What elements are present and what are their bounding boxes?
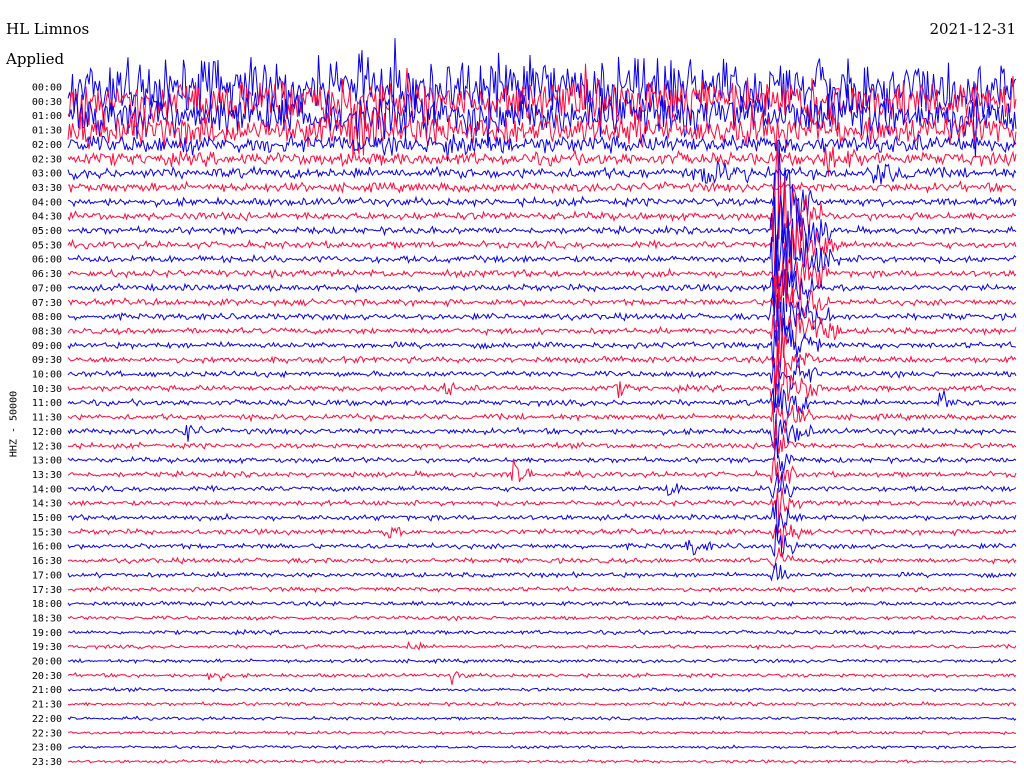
trace-row-1630	[67, 547, 1017, 570]
time-label: 04:00	[32, 197, 62, 208]
plot-date: 2021-12-31	[929, 20, 1016, 38]
time-label: 11:00	[32, 398, 62, 409]
trace-row-1000	[67, 357, 1017, 409]
trace-row-1800	[67, 600, 1017, 607]
time-label: 23:30	[32, 757, 62, 768]
time-label: 19:00	[32, 628, 62, 639]
time-label: 18:00	[32, 599, 62, 610]
time-label: 12:00	[32, 427, 62, 438]
trace-row-1830	[67, 615, 1017, 622]
trace-row-0630	[67, 252, 1017, 317]
trace-layer	[67, 38, 1017, 764]
time-label: 15:00	[32, 513, 62, 524]
trace-row-1300	[67, 438, 1017, 473]
time-label: 13:00	[32, 456, 62, 467]
time-label: 06:30	[32, 269, 62, 280]
trace-row-2200	[67, 715, 1017, 721]
time-label: 03:30	[32, 183, 62, 194]
trace-row-0600	[67, 210, 1017, 299]
time-label: 14:30	[32, 499, 62, 510]
time-label: 13:30	[32, 470, 62, 481]
time-label: 19:30	[32, 642, 62, 653]
trace-row-0800	[67, 290, 1017, 347]
trace-row-2130	[67, 700, 1017, 708]
trace-row-0830	[67, 312, 1017, 359]
time-label: 21:30	[32, 700, 62, 711]
time-label: 08:30	[32, 326, 62, 337]
time-label: 09:00	[32, 341, 62, 352]
trace-row-2300	[68, 744, 1017, 750]
time-label: 11:30	[32, 413, 62, 424]
time-label: 20:00	[32, 657, 62, 668]
time-label: 20:30	[32, 671, 62, 682]
trace-row-0300	[67, 159, 1017, 185]
time-label: 22:00	[32, 714, 62, 725]
helicorder-plot: 00:00 00:30 01:00 01:30 02:00 02:30 03:00 03:30…	[32, 38, 1017, 768]
trace-row-0530	[67, 215, 1017, 309]
time-label: 16:00	[32, 542, 62, 553]
time-label: 04:30	[32, 212, 62, 223]
station-title: HL Limnos	[6, 20, 90, 38]
time-label: 14:00	[32, 484, 62, 495]
time-label: 01:00	[32, 111, 62, 122]
time-label: 12:30	[32, 441, 62, 452]
time-label: 15:30	[32, 527, 62, 538]
time-label: 00:30	[32, 97, 62, 108]
time-label: 08:00	[32, 312, 62, 323]
time-label: 21:00	[32, 685, 62, 696]
trace-row-1530	[67, 524, 1017, 549]
filter-status-label: Applied	[6, 50, 65, 68]
trace-row-0730	[67, 273, 1017, 327]
time-label: 07:30	[32, 298, 62, 309]
trace-row-2100	[67, 686, 1017, 693]
trace-row-2000	[67, 657, 1017, 665]
time-labels: 00:00 00:30 01:00 01:30 02:00 02:30 03:00 03:30…	[32, 83, 62, 768]
trace-row-1200	[67, 413, 1016, 459]
trace-row-1930	[67, 640, 1017, 651]
time-label: 05:00	[32, 226, 62, 237]
time-label: 01:30	[32, 126, 62, 137]
trace-row-0230	[67, 146, 1017, 177]
time-label: 02:00	[32, 140, 62, 151]
time-label: 22:30	[32, 728, 62, 739]
trace-row-1230	[67, 423, 1017, 454]
trace-row-2230	[67, 730, 1017, 736]
time-label: 05:30	[32, 240, 62, 251]
trace-row-2030	[67, 671, 1017, 685]
time-label: 17:00	[32, 570, 62, 581]
time-label: 07:00	[32, 283, 62, 294]
trace-row-1900	[67, 628, 1017, 636]
time-label: 18:30	[32, 613, 62, 624]
trace-row-2330	[67, 758, 1017, 764]
trace-row-1430	[67, 487, 1017, 527]
time-label: 10:30	[32, 384, 62, 395]
time-label: 09:30	[32, 355, 62, 366]
trace-row-0400	[67, 139, 1017, 289]
trace-row-1030	[67, 360, 1017, 415]
time-label: 17:30	[32, 585, 62, 596]
trace-row-0930	[67, 330, 1017, 395]
time-label: 16:30	[32, 556, 62, 567]
time-label: 23:00	[32, 743, 62, 754]
trace-row-1730	[67, 585, 1017, 594]
time-label: 03:00	[32, 169, 62, 180]
time-label: 02:30	[32, 154, 62, 165]
time-label: 06:00	[32, 255, 62, 266]
trace-row-1100	[67, 382, 1017, 418]
trace-row-1130	[67, 400, 1017, 447]
trace-row-1700	[67, 562, 1017, 582]
time-label: 10:00	[32, 370, 62, 381]
time-label: 00:00	[32, 83, 62, 94]
